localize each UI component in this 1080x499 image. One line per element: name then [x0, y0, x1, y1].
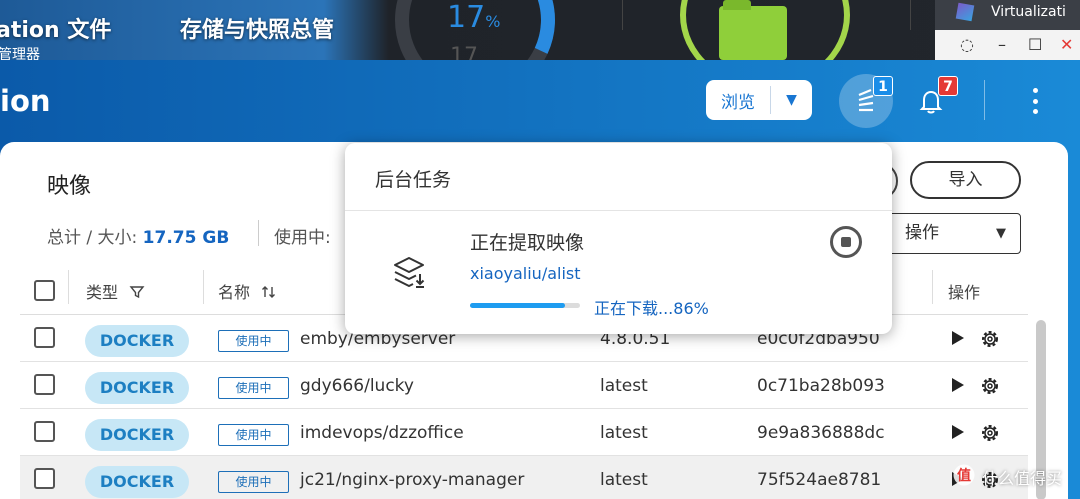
column-divider: [932, 270, 933, 304]
type-badge: DOCKER: [85, 325, 189, 357]
image-id: 0c71ba28b093: [757, 376, 885, 396]
type-header-label: 类型: [86, 283, 119, 302]
name-header-label: 名称: [218, 283, 251, 302]
status-badge: 使用中: [218, 424, 289, 446]
play-icon[interactable]: [952, 331, 964, 345]
status-badge: 使用中: [218, 377, 289, 399]
desktop-icon-label-file-station[interactable]: ation 文件: [0, 12, 111, 44]
page-title: 映像: [47, 174, 92, 199]
summary-divider: [258, 220, 259, 246]
play-icon[interactable]: [952, 378, 964, 392]
image-name[interactable]: jc21/nginx-proxy-manager: [300, 470, 524, 490]
window-controls-bar: [935, 30, 1080, 60]
minimize-icon[interactable]: –: [998, 36, 1006, 54]
notifications-count-badge: 7: [938, 76, 958, 96]
download-progress-fill: [470, 303, 565, 308]
action-dropdown-label: 操作: [905, 223, 939, 243]
popup-divider: [345, 210, 892, 211]
background-tasks-popup: 后台任务 正在提取映像 xiaoyaliu/alist 正在下载...86%: [345, 143, 892, 334]
summary-size-value: 17.75 GB: [142, 228, 230, 248]
image-id: 9e9a836888dc: [757, 423, 885, 443]
row-checkbox[interactable]: [34, 327, 55, 348]
task-title: 正在提取映像: [470, 232, 585, 254]
gauge-number: 17: [447, 0, 486, 35]
gear-icon[interactable]: [979, 422, 1001, 444]
row-checkbox[interactable]: [34, 468, 55, 489]
image-name[interactable]: imdevops/dzzoffice: [300, 423, 464, 443]
play-icon[interactable]: [952, 425, 964, 439]
inuse-filter-label: 使用中:: [274, 228, 331, 248]
desktop-background: ation 文件 管理器 存储与快照总管 17% 17 Virtualizati…: [0, 0, 1080, 60]
table-row[interactable]: DOCKER 使用中 imdevops/dzzoffice latest 9e9…: [20, 409, 1028, 456]
more-options-icon[interactable]: [1025, 84, 1045, 118]
virtualization-icon: [955, 2, 975, 22]
image-tag: latest: [600, 376, 648, 396]
image-tag: latest: [600, 470, 648, 490]
status-badge: 使用中: [218, 471, 289, 493]
tasks-count-badge: 1: [873, 76, 893, 96]
table-row[interactable]: DOCKER 使用中 jc21/nginx-proxy-manager late…: [20, 456, 1028, 499]
table-row[interactable]: DOCKER 使用中 gdy666/lucky latest 0c71ba28b…: [20, 362, 1028, 409]
filter-icon[interactable]: [129, 284, 145, 300]
vm-window-titlebar[interactable]: Virtualizati: [935, 0, 1080, 30]
status-badge: 使用中: [218, 330, 289, 352]
chevron-down-icon[interactable]: ▼: [771, 92, 812, 108]
app-title: ion: [0, 84, 51, 118]
stop-task-button[interactable]: [830, 226, 862, 258]
desktop-icon-label-storage[interactable]: 存储与快照总管: [180, 12, 334, 44]
sort-icon[interactable]: [261, 284, 277, 300]
task-status: 正在下载...86%: [594, 299, 709, 318]
watermark: 值 什么值得买: [948, 461, 1076, 491]
action-dropdown[interactable]: 操作 ▼: [888, 213, 1021, 254]
column-header-name[interactable]: 名称: [218, 279, 277, 303]
image-layers-icon: [394, 257, 425, 288]
gear-icon[interactable]: [979, 375, 1001, 397]
gear-icon[interactable]: [979, 328, 1001, 350]
restore-icon[interactable]: ◌: [960, 36, 974, 54]
row-checkbox[interactable]: [34, 421, 55, 442]
column-divider: [68, 270, 69, 304]
import-button[interactable]: 导入: [910, 161, 1021, 199]
folder-icon[interactable]: [719, 0, 787, 60]
header-divider: [984, 80, 985, 120]
image-name[interactable]: gdy666/lucky: [300, 376, 414, 396]
browse-button[interactable]: 浏览 ▼: [706, 80, 812, 120]
desktop-divider: [622, 0, 623, 30]
download-progress-bar: [470, 303, 580, 308]
stop-icon: [841, 237, 851, 247]
resource-gauge-value: 17%: [447, 0, 500, 35]
maximize-icon[interactable]: ☐: [1028, 36, 1042, 54]
watermark-logo-icon: 值: [953, 464, 975, 486]
type-badge: DOCKER: [85, 419, 189, 451]
column-divider: [203, 270, 204, 304]
desktop-icon-sublabel: 管理器: [0, 47, 40, 60]
vm-window-title: Virtualizati: [991, 4, 1066, 20]
close-icon[interactable]: ✕: [1060, 36, 1073, 54]
gauge-ghost-value: 17: [450, 44, 478, 60]
image-id: 75f524ae8781: [757, 470, 882, 490]
desktop-divider: [910, 0, 911, 30]
caret-down-icon: ▼: [996, 226, 1006, 241]
images-summary: 总计 / 大小: 17.75 GB: [47, 223, 229, 248]
browse-label: 浏览: [721, 92, 755, 113]
summary-label: 总计 / 大小:: [47, 228, 143, 248]
task-image-name[interactable]: xiaoyaliu/alist: [470, 264, 581, 283]
popup-title: 后台任务: [375, 169, 452, 191]
image-tag: latest: [600, 423, 648, 443]
column-header-type[interactable]: 类型: [86, 279, 145, 303]
svg-text:值: 值: [957, 467, 971, 484]
watermark-text: 什么值得买: [982, 469, 1063, 488]
gauge-unit: %: [485, 12, 501, 31]
row-checkbox[interactable]: [34, 374, 55, 395]
select-all-checkbox[interactable]: [34, 280, 55, 301]
column-header-action: 操作: [948, 283, 981, 302]
type-badge: DOCKER: [85, 372, 189, 404]
type-badge: DOCKER: [85, 466, 189, 498]
